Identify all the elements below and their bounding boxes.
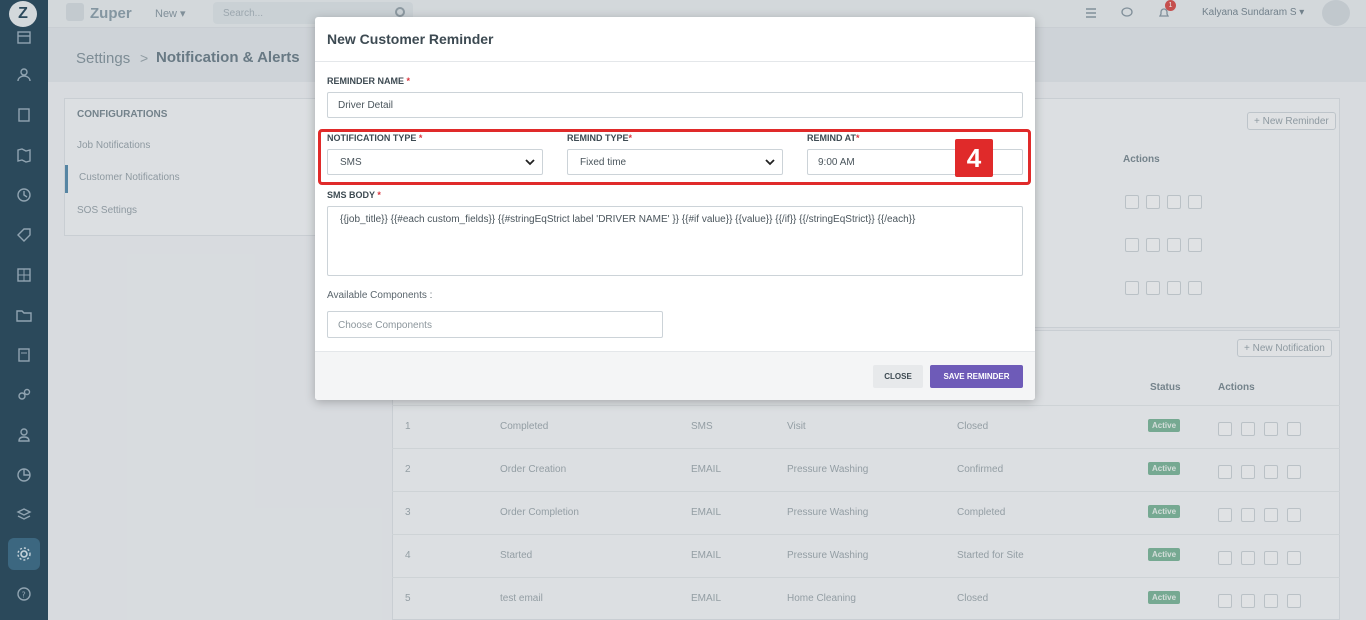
step-number-badge: 4 <box>955 139 993 177</box>
choose-components-select[interactable]: Choose Components <box>327 311 663 338</box>
close-button[interactable]: CLOSE <box>873 365 923 388</box>
modal-title: New Customer Reminder <box>327 31 494 47</box>
reminder-name-input[interactable]: Driver Detail <box>327 92 1023 118</box>
modal-footer: CLOSE SAVE REMINDER <box>315 351 1035 400</box>
step-highlight-box <box>318 129 1031 185</box>
sms-body-textarea[interactable]: {{job_title}} {{#each custom_fields}} {{… <box>327 206 1023 276</box>
modal-header: New Customer Reminder <box>315 17 1035 62</box>
sms-body-label: SMS BODY * <box>327 190 381 200</box>
new-customer-reminder-modal: New Customer Reminder REMINDER NAME * Dr… <box>315 17 1035 400</box>
reminder-name-label: REMINDER NAME * <box>327 76 411 86</box>
available-components-label: Available Components : <box>327 290 433 301</box>
save-reminder-button[interactable]: SAVE REMINDER <box>930 365 1023 388</box>
